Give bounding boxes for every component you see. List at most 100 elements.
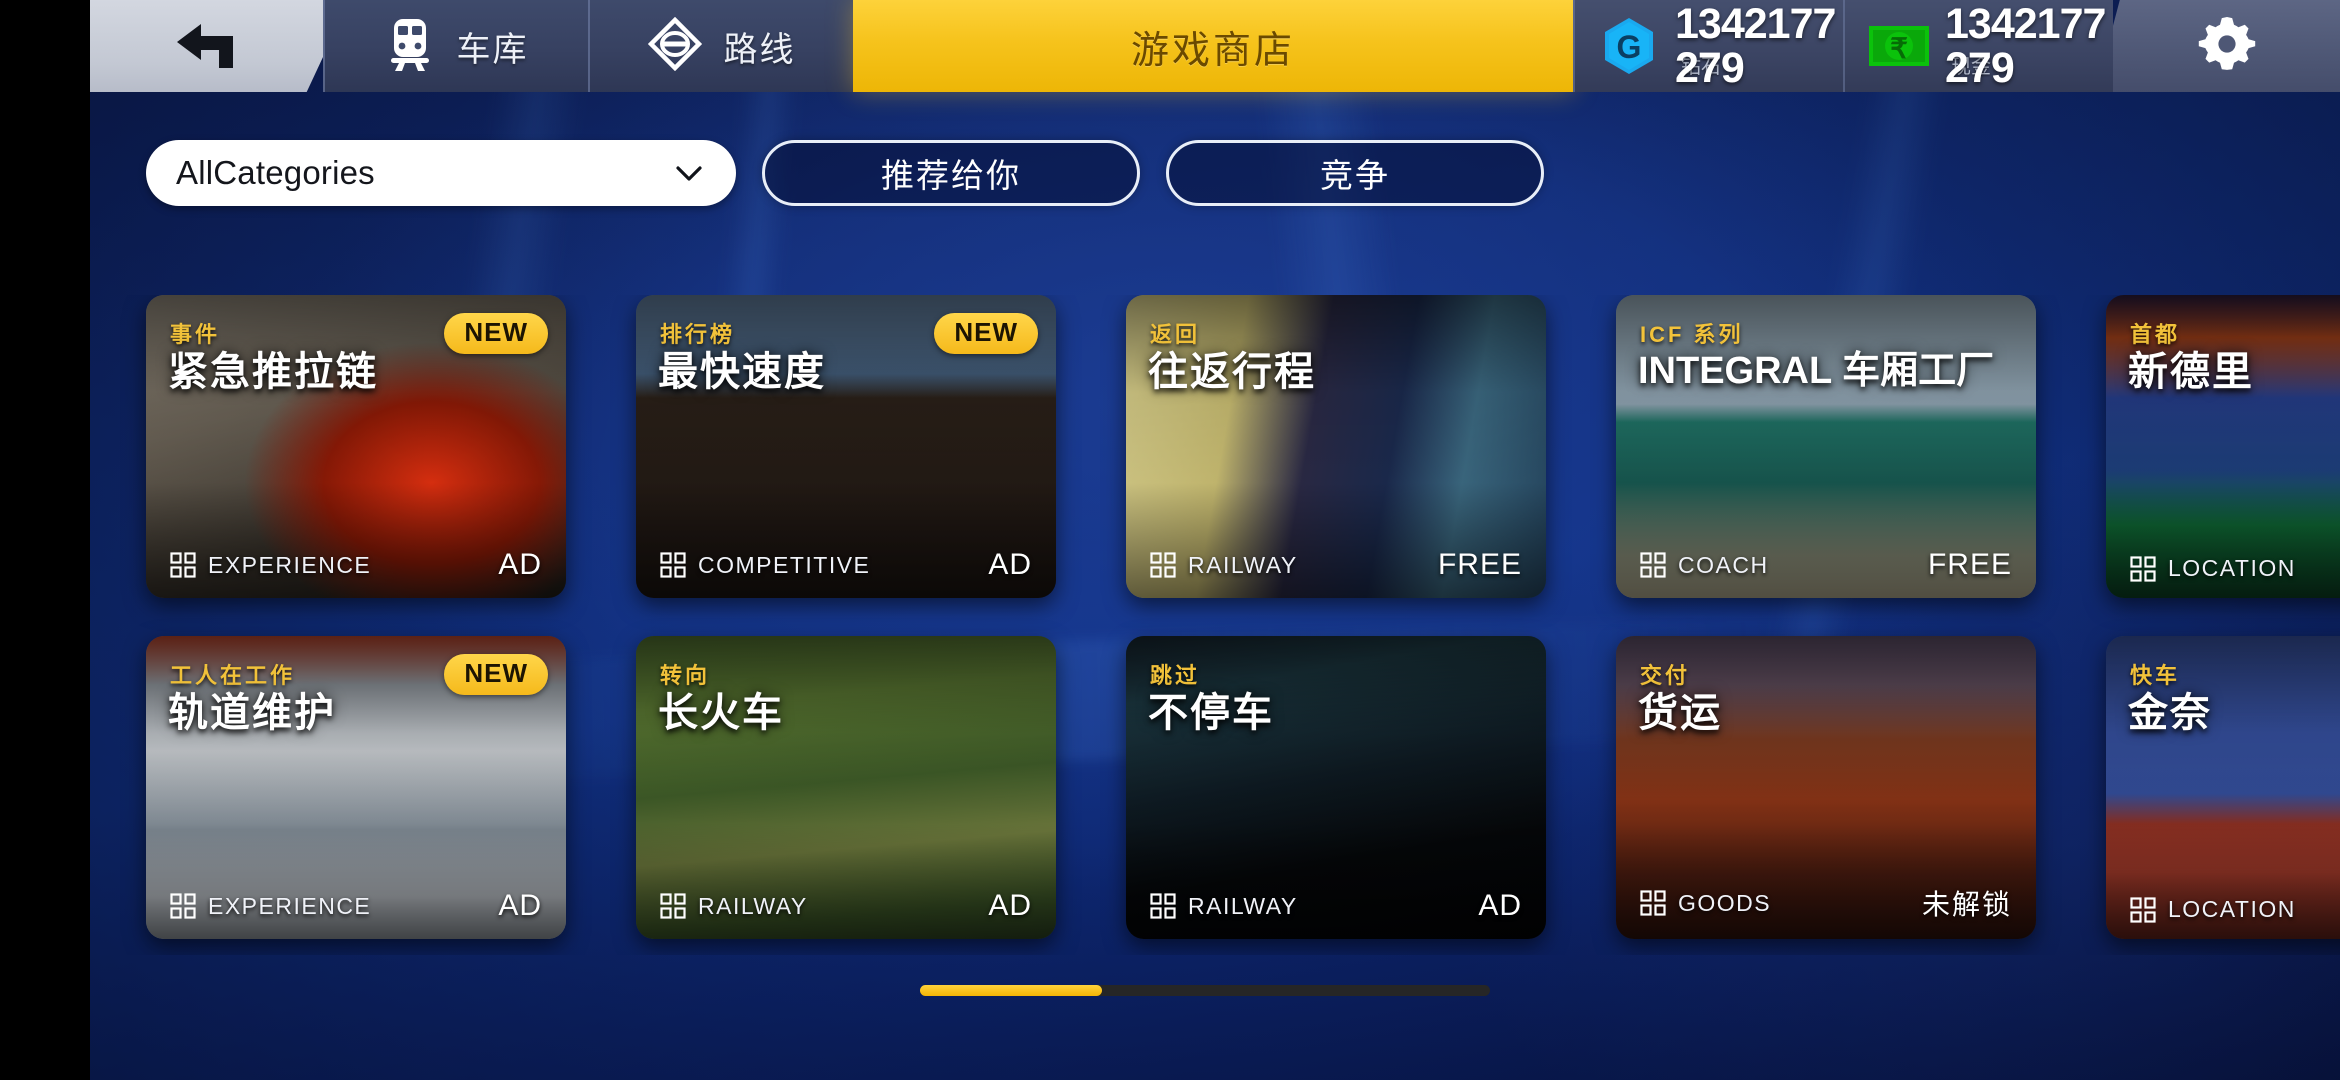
- currency-gems-amount: 1342177279: [1675, 0, 1836, 92]
- tab-garage[interactable]: 车库: [323, 0, 588, 92]
- device-notch-bar: [0, 0, 90, 1080]
- grid-squares-icon: [1640, 552, 1666, 578]
- store-card[interactable]: 跳过 不停车 RAILWAY AD: [1126, 636, 1546, 939]
- card-category: RAILWAY: [660, 893, 988, 920]
- card-footer: COMPETITIVE AD: [636, 548, 1056, 582]
- grid-squares-icon: [660, 552, 686, 578]
- card-category: EXPERIENCE: [170, 552, 498, 579]
- filter-competitive-button[interactable]: 竞争: [1166, 140, 1544, 206]
- new-badge: NEW: [444, 313, 548, 354]
- card-footer: LOCATION: [2106, 555, 2340, 582]
- card-title: 轨道维护: [168, 691, 336, 735]
- gem-icon: G: [1593, 10, 1665, 82]
- card-category-label: RAILWAY: [698, 892, 808, 919]
- card-category-label: LOCATION: [2168, 555, 2296, 581]
- new-badge: NEW: [934, 313, 1038, 354]
- card-category: GOODS: [1640, 890, 1922, 917]
- card-footer: RAILWAY FREE: [1126, 548, 1546, 582]
- card-footer: GOODS 未解锁: [1616, 883, 2036, 923]
- tab-game-store[interactable]: 游戏商店: [853, 0, 1573, 92]
- card-price-label: FREE: [1927, 548, 2012, 581]
- svg-text:₹: ₹: [1890, 33, 1908, 64]
- scrollbar-thumb[interactable]: [920, 985, 1103, 996]
- store-card[interactable]: 交付 货运 GOODS 未解锁: [1616, 636, 2036, 939]
- store-card[interactable]: 工人在工作 轨道维护 NEW EXPERIENCE AD: [146, 636, 566, 939]
- card-category: RAILWAY: [1150, 893, 1478, 920]
- tab-garage-label: 车库: [456, 30, 529, 69]
- card-category-label: COACH: [1678, 551, 1769, 578]
- store-card[interactable]: 事件 紧急推拉链 NEW EXPERIENCE AD: [146, 295, 566, 598]
- card-price-label: FREE: [1437, 548, 1522, 581]
- grid-squares-icon: [170, 893, 196, 919]
- back-arrow-icon: [171, 16, 243, 76]
- card-price-label: AD: [498, 889, 542, 922]
- store-card[interactable]: 转向 长火车 RAILWAY AD: [636, 636, 1056, 939]
- grid-squares-icon: [1640, 890, 1666, 916]
- horizontal-scrollbar[interactable]: [920, 985, 1490, 996]
- currency-cash-amount: 1342177279: [1945, 0, 2106, 92]
- card-category: LOCATION: [2130, 555, 2340, 582]
- grid-squares-icon: [1150, 552, 1176, 578]
- game-store-screen: 车库 路线 游戏商店 G 钻石 1342177279 ₹ 现金 13421772…: [0, 0, 2340, 1080]
- card-footer: LOCATION: [2106, 896, 2340, 923]
- card-title: 最快速度: [658, 350, 826, 394]
- store-card-track[interactable]: 事件 紧急推拉链 NEW EXPERIENCE AD 排行榜 最快速度 NEW COMPETIT…: [146, 295, 2340, 939]
- store-card-grid: 事件 紧急推拉链 NEW EXPERIENCE AD 排行榜 最快速度 NEW COMPETIT…: [90, 295, 2340, 955]
- store-card[interactable]: 返回 往返行程 RAILWAY FREE: [1126, 295, 1546, 598]
- card-footer: RAILWAY AD: [636, 889, 1056, 923]
- card-title: 不停车: [1148, 691, 1274, 735]
- route-diamond-icon: [647, 16, 702, 76]
- card-category-label: COMPETITIVE: [698, 551, 871, 578]
- filter-competitive-label: 竞争: [1320, 157, 1390, 194]
- chevron-down-icon: [676, 165, 702, 181]
- filter-recommended-label: 推荐给你: [881, 157, 1021, 194]
- tab-routes-label: 路线: [723, 30, 796, 69]
- back-button[interactable]: [90, 0, 323, 92]
- store-card[interactable]: 排行榜 最快速度 NEW COMPETITIVE AD: [636, 295, 1056, 598]
- currency-cash[interactable]: ₹ 现金 1342177279: [1843, 0, 2113, 92]
- store-card[interactable]: 快车 金奈 LOCATION: [2106, 636, 2340, 939]
- card-category-label: RAILWAY: [1188, 551, 1298, 578]
- card-price-label: AD: [988, 889, 1032, 922]
- card-category-label: GOODS: [1678, 889, 1772, 916]
- category-dropdown-value: AllCategories: [176, 154, 375, 191]
- currency-gems[interactable]: G 钻石 1342177279: [1573, 0, 1843, 92]
- grid-squares-icon: [1150, 893, 1176, 919]
- svg-text:G: G: [1617, 29, 1642, 65]
- card-footer: RAILWAY AD: [1126, 889, 1546, 923]
- card-title: 新德里: [2128, 350, 2254, 394]
- tab-routes[interactable]: 路线: [588, 0, 853, 92]
- card-category: COMPETITIVE: [660, 552, 988, 579]
- card-category-label: EXPERIENCE: [208, 551, 372, 578]
- gear-icon: [2194, 11, 2260, 82]
- card-footer: COACH FREE: [1616, 548, 2036, 582]
- card-price-label: AD: [1478, 889, 1522, 922]
- grid-squares-icon: [2130, 555, 2156, 582]
- card-title: 紧急推拉链: [168, 350, 378, 394]
- category-dropdown[interactable]: AllCategories: [146, 140, 736, 206]
- top-bar: 车库 路线 游戏商店 G 钻石 1342177279 ₹ 现金 13421772…: [90, 0, 2340, 92]
- store-card[interactable]: ICF 系列 INTEGRAL 车厢工厂 COACH FREE: [1616, 295, 2036, 598]
- store-card[interactable]: 首都 新德里 LOCATION: [2106, 295, 2340, 598]
- card-title: INTEGRAL 车厢工厂: [1638, 350, 1995, 392]
- card-title: 长火车: [658, 691, 784, 735]
- card-title: 货运: [1638, 691, 1722, 735]
- grid-squares-icon: [660, 893, 686, 919]
- cash-icon: ₹: [1863, 10, 1935, 82]
- filter-recommended-button[interactable]: 推荐给你: [762, 140, 1140, 206]
- card-footer: EXPERIENCE AD: [146, 548, 566, 582]
- card-title: 金奈: [2128, 691, 2212, 735]
- card-category: EXPERIENCE: [170, 893, 498, 920]
- tab-game-store-label: 游戏商店: [1130, 29, 1295, 72]
- card-category: LOCATION: [2130, 896, 2340, 923]
- card-category-label: EXPERIENCE: [208, 892, 372, 919]
- card-category-label: RAILWAY: [1188, 892, 1298, 919]
- card-title: 往返行程: [1148, 350, 1316, 394]
- grid-squares-icon: [2130, 896, 2156, 923]
- card-price-label: AD: [498, 548, 542, 581]
- card-category-label: LOCATION: [2168, 896, 2296, 922]
- settings-button[interactable]: [2113, 0, 2340, 92]
- card-category: RAILWAY: [1150, 552, 1438, 579]
- new-badge: NEW: [444, 654, 548, 695]
- card-price-label: 未解锁: [1921, 889, 2012, 920]
